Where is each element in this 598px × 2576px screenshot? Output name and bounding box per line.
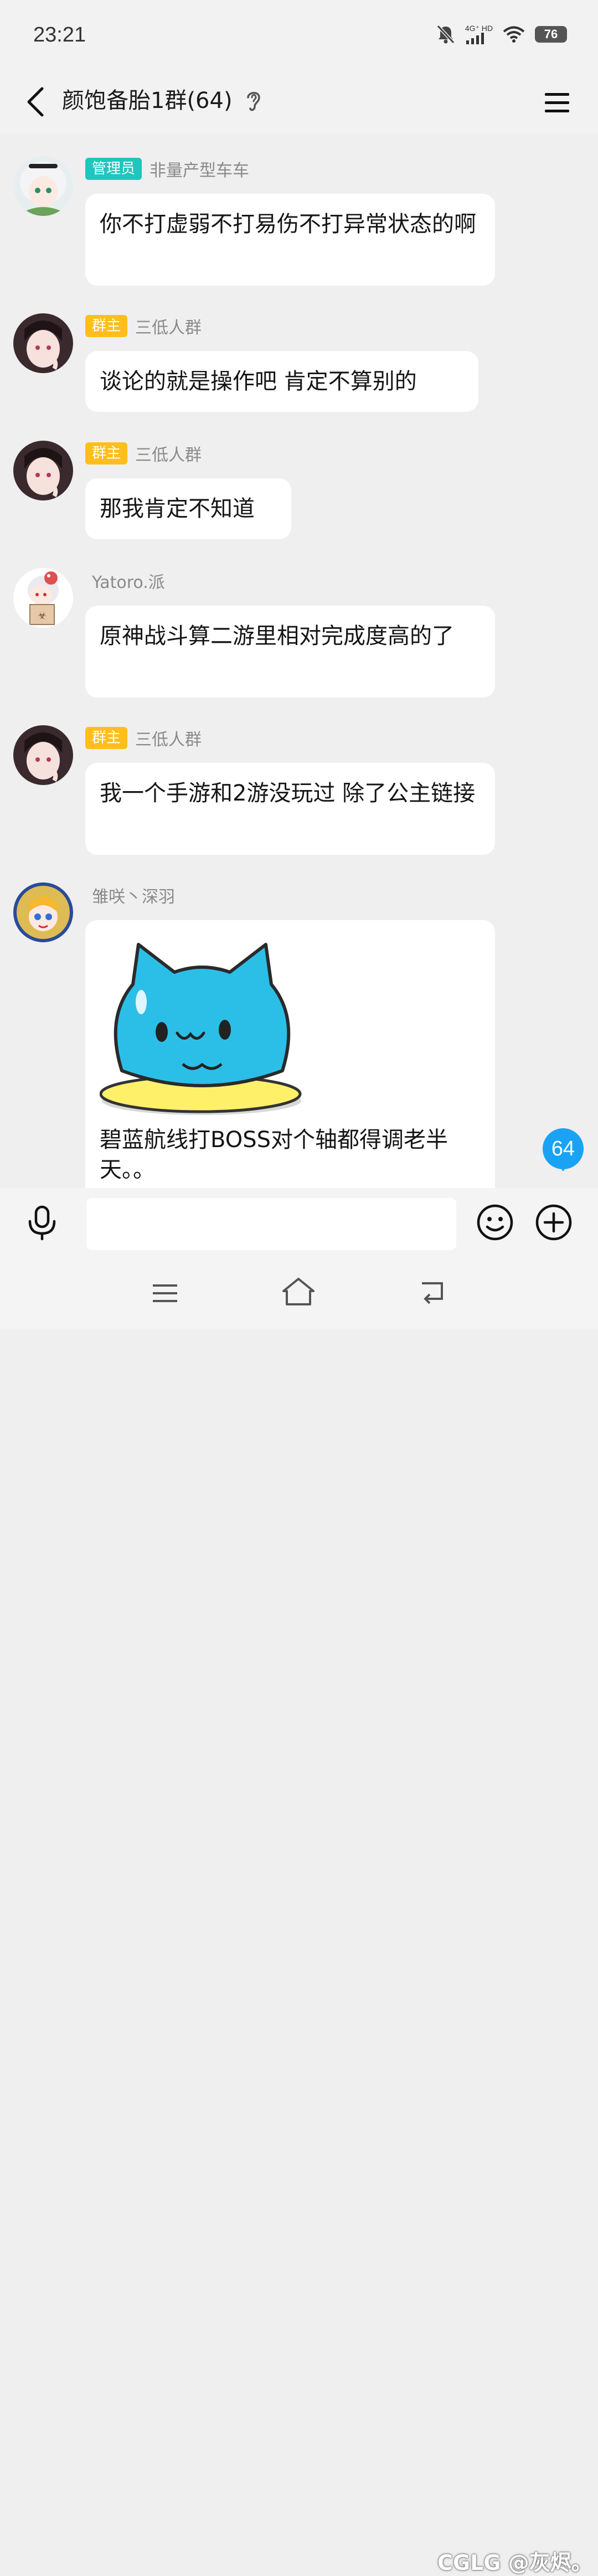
message-item: 群主 三低人群 谈论的就是操作吧 肯定不算别的 bbox=[0, 313, 598, 413]
message-bubble[interactable]: 我一个手游和2游没玩过 除了公主链接 bbox=[85, 763, 495, 855]
message-text: 你不打虚弱不打易伤不打异常状态的啊 bbox=[100, 211, 476, 237]
sender-name[interactable]: 三低人群 bbox=[135, 314, 202, 338]
message-item: 管理员 非量产型车车 你不打虚弱不打易伤不打异常状态的啊 bbox=[0, 156, 598, 289]
sender-name[interactable]: 非量产型车车 bbox=[150, 157, 249, 181]
avatar-image-anime-girl-white-hair bbox=[13, 156, 73, 216]
wifi-icon bbox=[503, 26, 525, 43]
message-meta: 管理员 非量产型车车 bbox=[85, 157, 249, 180]
avatar[interactable] bbox=[13, 882, 73, 942]
message-meta: 群主 三低人群 bbox=[85, 314, 202, 338]
message-item: 群主 三低人群 那我肯定不知道 bbox=[0, 441, 598, 540]
message-item: 雏咲丶深羽 碧蓝航线打BOSS对个轴都得调老半天。。 bbox=[0, 882, 598, 1188]
avatar[interactable] bbox=[13, 441, 73, 500]
system-nav-bar: CGLG @灰烬。 bbox=[0, 1257, 598, 2575]
role-badge-admin: 管理员 bbox=[85, 158, 142, 180]
status-icons: 4G⁺ HD 76 bbox=[436, 24, 567, 44]
signal-group: 4G⁺ HD bbox=[465, 24, 493, 44]
message-bubble[interactable]: 谈论的就是操作吧 肯定不算别的 bbox=[85, 351, 478, 412]
nav-back-icon[interactable] bbox=[416, 1277, 450, 1308]
message-meta: 雏咲丶深羽 bbox=[85, 884, 175, 907]
role-badge-owner: 群主 bbox=[85, 727, 128, 749]
message-text: 谈论的就是操作吧 肯定不算别的 bbox=[100, 369, 417, 394]
avatar-image-anime-girl-dark-hair bbox=[13, 313, 73, 373]
status-time: 23:21 bbox=[33, 23, 86, 47]
back-arrow-icon[interactable] bbox=[20, 84, 55, 120]
sender-name[interactable]: 三低人群 bbox=[135, 726, 202, 750]
avatar[interactable] bbox=[13, 156, 73, 216]
emoji-icon[interactable] bbox=[475, 1202, 515, 1242]
menu-icon[interactable] bbox=[535, 81, 579, 125]
message-text: 原神战斗算二游里相对完成度高的了 bbox=[100, 623, 454, 649]
plus-icon[interactable] bbox=[534, 1202, 574, 1242]
network-type-label: 4G⁺ HD bbox=[465, 24, 493, 33]
message-bubble[interactable]: 碧蓝航线打BOSS对个轴都得调老半天。。 bbox=[85, 920, 495, 1188]
message-item: 群主 三低人群 我一个手游和2游没玩过 除了公主链接 bbox=[0, 725, 598, 858]
microphone-icon[interactable] bbox=[23, 1204, 61, 1241]
chat-header: 颜饱备胎1群(64) bbox=[0, 72, 598, 134]
svg-text:☣: ☣ bbox=[38, 610, 47, 622]
unread-count-pointer bbox=[557, 1163, 569, 1171]
battery-indicator: 76 bbox=[535, 26, 567, 43]
message-text: 我一个手游和2游没玩过 除了公主链接 bbox=[100, 781, 476, 806]
message-input[interactable] bbox=[86, 1198, 456, 1250]
ear-icon[interactable] bbox=[244, 87, 264, 114]
message-meta: 群主 三低人群 bbox=[85, 726, 202, 750]
role-badge-owner: 群主 bbox=[85, 442, 128, 464]
watermark-text: CGLG @灰烬。 bbox=[437, 2551, 592, 2575]
message-meta: Yatoro.派 bbox=[85, 569, 165, 592]
message-input-bar bbox=[0, 1188, 598, 1257]
chat-message-list[interactable]: 管理员 非量产型车车 你不打虚弱不打易伤不打异常状态的啊 群主 三低人群 谈论的… bbox=[0, 134, 598, 1188]
avatar-image-anime-girl-dark-hair bbox=[13, 725, 73, 785]
message-text: 那我肯定不知道 bbox=[100, 496, 255, 522]
role-badge-owner: 群主 bbox=[85, 315, 128, 337]
avatar-image-anime-girl-dark-hair bbox=[13, 441, 73, 500]
sender-name[interactable]: Yatoro.派 bbox=[85, 569, 165, 593]
sender-name[interactable]: 三低人群 bbox=[135, 441, 202, 466]
avatar[interactable] bbox=[13, 725, 73, 785]
message-bubble[interactable]: 那我肯定不知道 bbox=[85, 478, 291, 539]
signal-bars-icon bbox=[466, 33, 484, 44]
sticker-blue-cat-image[interactable] bbox=[100, 935, 305, 1117]
sender-name[interactable]: 雏咲丶深羽 bbox=[85, 883, 175, 907]
mute-bell-icon bbox=[436, 24, 455, 44]
message-bubble[interactable]: 原神战斗算二游里相对完成度高的了 bbox=[85, 606, 495, 698]
message-meta: 群主 三低人群 bbox=[85, 442, 202, 465]
message-text: 碧蓝航线打BOSS对个轴都得调老半天。。 bbox=[100, 1127, 448, 1183]
group-title[interactable]: 颜饱备胎1群(64) bbox=[62, 84, 233, 117]
avatar[interactable]: ☣ bbox=[13, 568, 73, 628]
avatar-image-chibi-girl-mushroom-hat: ☣ bbox=[13, 568, 73, 628]
status-bar: 23:21 4G⁺ HD 76 bbox=[0, 0, 598, 72]
message-bubble[interactable]: 你不打虚弱不打易伤不打异常状态的啊 bbox=[85, 194, 495, 286]
avatar[interactable] bbox=[13, 313, 73, 373]
home-icon[interactable] bbox=[280, 1274, 317, 1309]
recent-apps-icon[interactable] bbox=[150, 1278, 181, 1309]
message-item: ☣ Yatoro.派 原神战斗算二游里相对完成度高的了 bbox=[0, 568, 598, 701]
avatar-image-anime-girl-blonde bbox=[13, 882, 73, 942]
